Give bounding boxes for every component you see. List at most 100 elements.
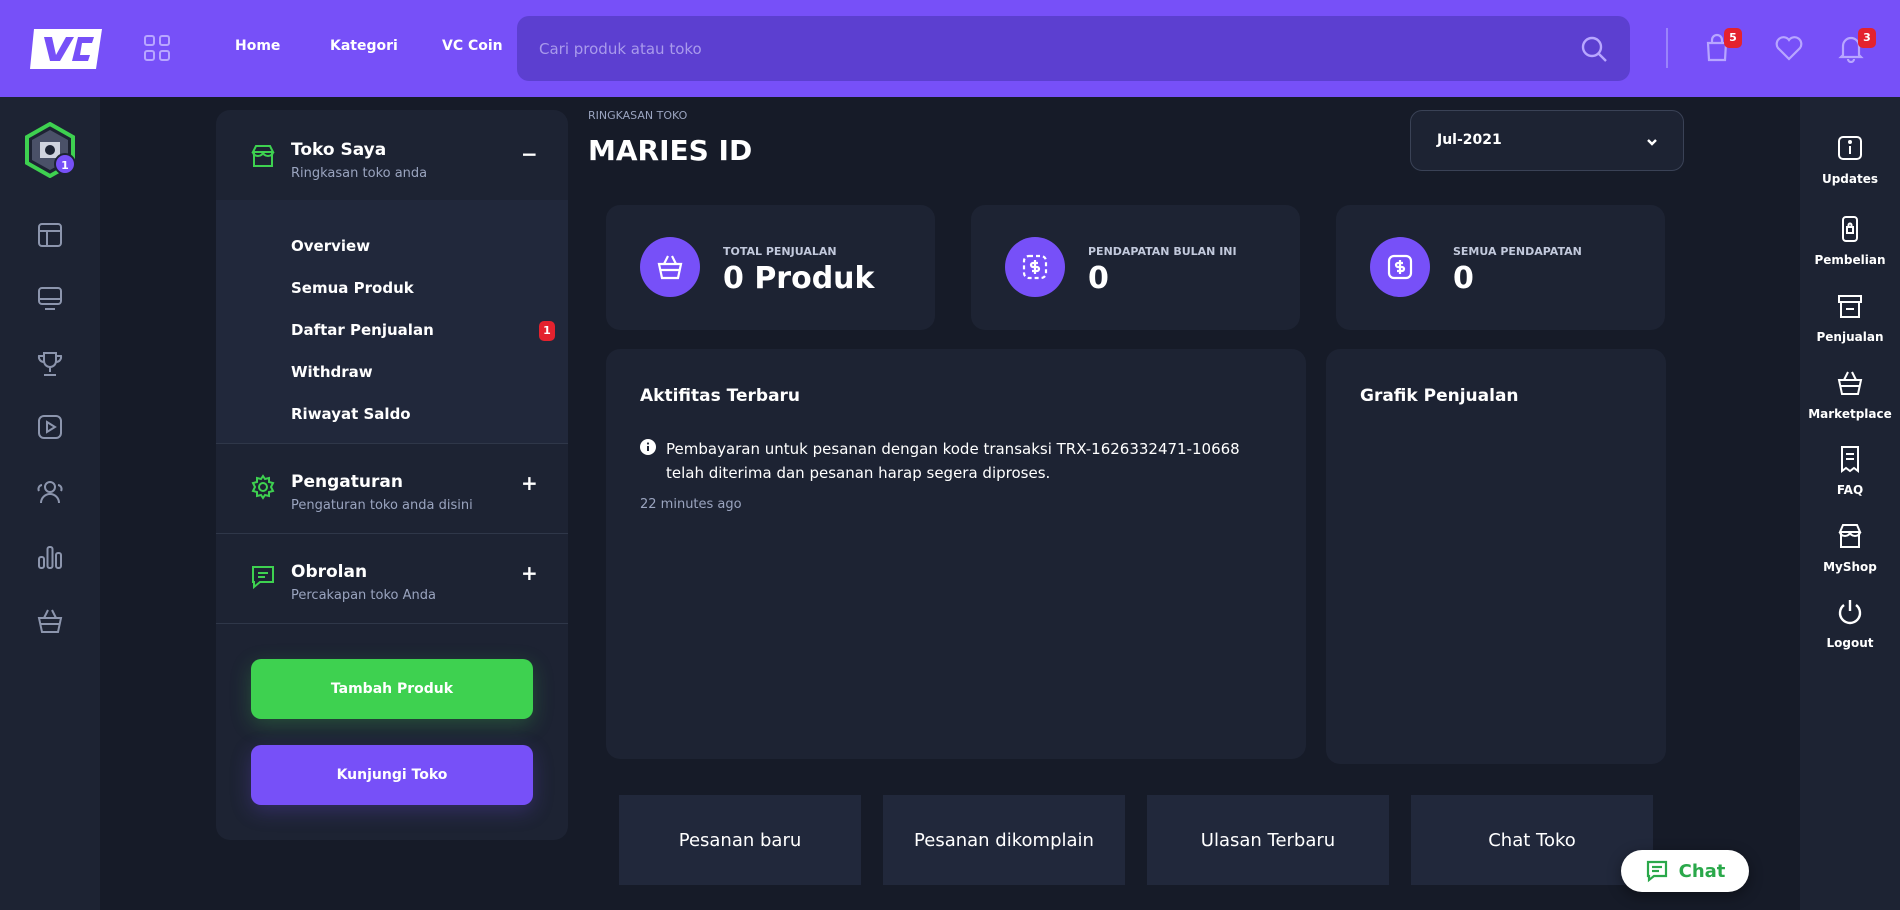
info-circle-icon <box>640 439 656 455</box>
nav-vc-coin[interactable]: VC Coin <box>442 38 503 54</box>
section-pengaturan[interactable]: Pengaturan Pengaturan toko anda disini + <box>216 444 568 533</box>
tab-chat-toko[interactable]: Chat Toko <box>1411 795 1653 885</box>
rail-updates[interactable]: Updates <box>1800 134 1900 187</box>
rail-myshop-label: MyShop <box>1823 560 1877 574</box>
rail-updates-label: Updates <box>1821 172 1879 186</box>
basket-icon[interactable] <box>36 607 64 635</box>
stat-value: 0 <box>1453 261 1474 296</box>
store-icon <box>1838 295 1862 318</box>
section-toko-saya-subtitle: Ringkasan toko anda <box>291 166 428 181</box>
rail-faq-label: FAQ <box>1836 483 1864 497</box>
chat-button[interactable]: Chat <box>1621 850 1749 892</box>
play-icon[interactable] <box>36 413 64 441</box>
info-square-icon <box>1838 136 1862 160</box>
section-label: RINGKASAN TOKO <box>588 109 688 122</box>
rail-logout[interactable]: Logout <box>1800 598 1900 651</box>
basket-icon <box>657 255 683 280</box>
stat-card-pendapatan-bulan-ini: PENDAPATAN BULAN INI 0 <box>971 205 1300 330</box>
tambah-produk-button[interactable]: Tambah Produk <box>251 659 533 719</box>
store-side-menu: Toko Saya Ringkasan toko anda − Overview… <box>216 110 568 840</box>
divider <box>1666 28 1668 68</box>
dollar-square-icon <box>1387 254 1413 280</box>
power-icon <box>1838 600 1862 625</box>
search-icon[interactable] <box>1580 35 1608 63</box>
activity-timestamp: 22 minutes ago <box>640 497 742 512</box>
basket-icon <box>1837 371 1863 395</box>
kunjungi-toko-button[interactable]: Kunjungi Toko <box>251 745 533 805</box>
layout-icon[interactable] <box>36 221 64 249</box>
section-obrolan-title: Obrolan <box>291 562 368 582</box>
submenu-riwayat-saldo[interactable]: Riwayat Saldo <box>291 405 411 423</box>
users-icon[interactable] <box>36 478 64 506</box>
sales-chart-title: Grafik Penjualan <box>1360 386 1519 406</box>
trophy-icon[interactable] <box>36 350 64 378</box>
tab-ulasan-terbaru[interactable]: Ulasan Terbaru <box>1147 795 1389 885</box>
tab-pesanan-dikomplain[interactable]: Pesanan dikomplain <box>883 795 1125 885</box>
divider <box>216 623 568 624</box>
heart-icon[interactable] <box>1774 33 1804 63</box>
activity-message: Pembayaran untuk pesanan dengan kode tra… <box>666 440 1240 482</box>
monitor-icon[interactable] <box>36 284 64 312</box>
rail-logout-label: Logout <box>1826 636 1874 650</box>
rail-marketplace-label: Marketplace <box>1808 407 1892 421</box>
stat-card-total-penjualan: TOTAL PENJUALAN 0 Produk <box>606 205 935 330</box>
tab-pesanan-baru[interactable]: Pesanan baru <box>619 795 861 885</box>
grid-menu-icon[interactable] <box>143 34 171 62</box>
section-toko-saya-title: Toko Saya <box>291 140 387 160</box>
nav-kategori[interactable]: Kategori <box>330 38 398 54</box>
stat-icon-circle <box>640 237 700 297</box>
chat-button-label: Chat <box>1678 860 1726 882</box>
rail-faq[interactable]: FAQ <box>1800 445 1900 498</box>
stat-card-semua-pendapatan: SEMUA PENDAPATAN 0 <box>1336 205 1665 330</box>
expand-toggle[interactable]: + <box>521 471 538 495</box>
chat-bubble-icon <box>1646 860 1667 883</box>
sales-chart-panel: Grafik Penjualan <box>1326 349 1666 764</box>
chart-bars-icon[interactable] <box>36 543 64 571</box>
expand-toggle[interactable]: + <box>521 561 538 585</box>
rail-pembelian[interactable]: Pembelian <box>1800 215 1900 268</box>
gear-icon <box>251 474 275 500</box>
section-pengaturan-subtitle: Pengaturan toko anda disini <box>291 498 473 513</box>
stat-label: SEMUA PENDAPATAN <box>1453 245 1582 258</box>
rail-pembelian-label: Pembelian <box>1814 253 1886 267</box>
receipt-icon <box>1841 446 1859 473</box>
stat-icon-circle <box>1005 237 1065 297</box>
shop-icon <box>1838 524 1862 548</box>
toko-submenu: Overview Semua Produk Daftar Penjualan 1… <box>216 200 568 443</box>
month-select[interactable]: Jul-2021 <box>1410 110 1684 171</box>
stat-icon-circle <box>1370 237 1430 297</box>
stat-value: 0 Produk <box>723 261 875 296</box>
stat-value: 0 <box>1088 261 1109 296</box>
collapse-toggle[interactable]: − <box>521 142 538 166</box>
rail-myshop[interactable]: MyShop <box>1800 522 1900 575</box>
activity-panel: Aktifitas Terbaru Pembayaran untuk pesan… <box>606 349 1306 759</box>
submenu-semua-produk[interactable]: Semua Produk <box>291 279 414 297</box>
rail-marketplace[interactable]: Marketplace <box>1800 369 1900 422</box>
chat-bubble-icon <box>252 566 274 590</box>
section-pengaturan-title: Pengaturan <box>291 472 403 492</box>
rail-penjualan[interactable]: Penjualan <box>1800 292 1900 345</box>
section-obrolan[interactable]: Obrolan Percakapan toko Anda + <box>216 534 568 623</box>
submenu-overview[interactable]: Overview <box>291 237 370 255</box>
search-input[interactable] <box>539 16 1539 81</box>
nav-home[interactable]: Home <box>235 38 280 54</box>
stat-label: TOTAL PENJUALAN <box>723 245 837 258</box>
phone-bag-icon <box>1842 216 1858 242</box>
avatar-level-badge: 1 <box>54 153 76 175</box>
cart-count-badge: 5 <box>1724 28 1742 48</box>
month-select-value: Jul-2021 <box>1437 132 1502 148</box>
search-bar <box>517 16 1630 81</box>
vc-logo[interactable] <box>30 27 106 71</box>
notification-count-badge: 3 <box>1858 28 1876 48</box>
stat-label: PENDAPATAN BULAN INI <box>1088 245 1237 258</box>
submenu-withdraw[interactable]: Withdraw <box>291 363 373 381</box>
dollar-dashed-icon <box>1022 254 1048 280</box>
shop-icon <box>251 145 275 167</box>
activity-panel-title: Aktifitas Terbaru <box>640 386 801 406</box>
section-toko-saya[interactable]: Toko Saya Ringkasan toko anda − <box>216 110 568 200</box>
section-obrolan-subtitle: Percakapan toko Anda <box>291 588 436 603</box>
chevron-down-icon <box>1647 139 1657 146</box>
page-title: MARIES ID <box>588 134 753 167</box>
top-bar: Home Kategori VC Coin 5 3 <box>0 0 1900 97</box>
submenu-daftar-penjualan[interactable]: Daftar Penjualan <box>291 321 434 339</box>
